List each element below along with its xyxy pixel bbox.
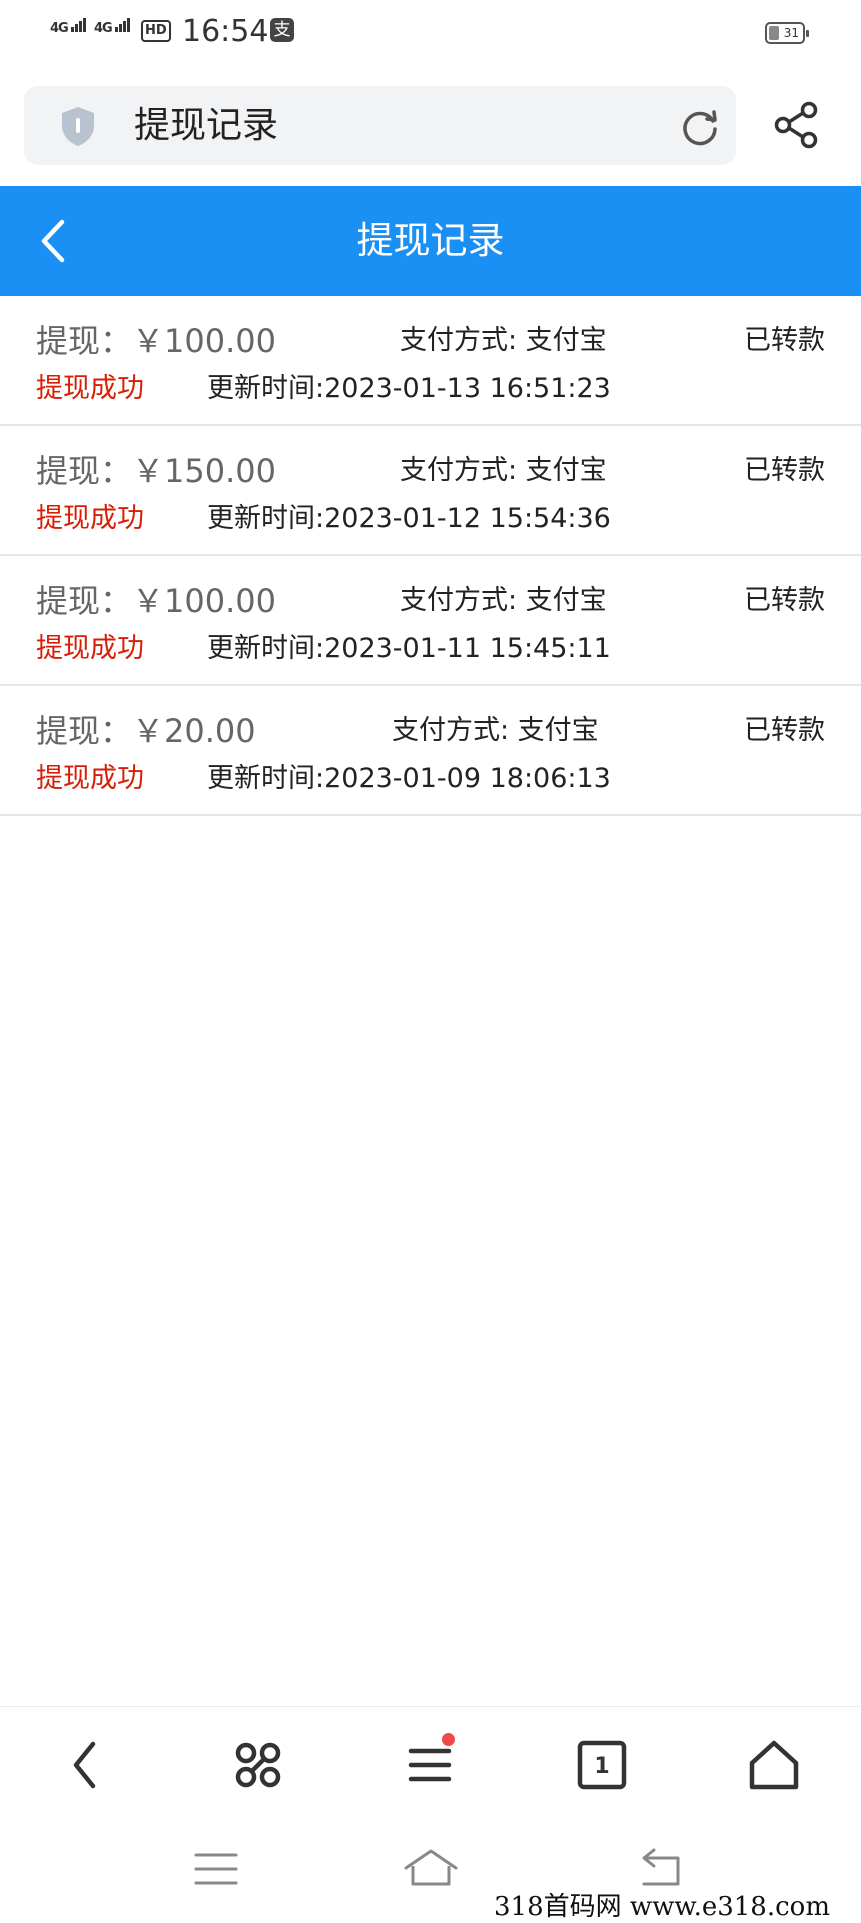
record-update-time: 更新时间:2023-01-13 16:51:23: [207, 373, 611, 404]
record-payment-method: 支付方式: 支付宝: [400, 455, 607, 486]
apps-icon: [235, 1742, 281, 1788]
url-title[interactable]: 提现记录: [134, 104, 278, 148]
signal-indicator-1: 4G: [50, 18, 87, 36]
record-update-time: 更新时间:2023-01-11 15:45:11: [207, 633, 611, 664]
tabs-icon: 1: [577, 1740, 627, 1790]
record-amount: 提现：￥150.00: [36, 452, 276, 490]
page-header: 提现记录: [0, 186, 861, 296]
withdrawal-record-list: 提现：￥100.00 支付方式: 支付宝 已转款 提现成功 更新时间:2023-…: [0, 296, 861, 816]
system-home-icon[interactable]: [402, 1846, 460, 1892]
nav-apps-button[interactable]: [228, 1735, 288, 1795]
record-payment-method: 支付方式: 支付宝: [400, 325, 607, 356]
recent-apps-icon[interactable]: [190, 1846, 242, 1892]
record-row[interactable]: 提现：￥100.00 支付方式: 支付宝 已转款 提现成功 更新时间:2023-…: [0, 556, 861, 686]
address-bar[interactable]: 提现记录: [24, 86, 736, 165]
nav-home-button[interactable]: [744, 1735, 804, 1795]
record-status: 提现成功: [36, 763, 144, 794]
back-icon: [73, 1741, 96, 1789]
record-status: 提现成功: [36, 633, 144, 664]
record-row[interactable]: 提现：￥20.00 支付方式: 支付宝 已转款 提现成功 更新时间:2023-0…: [0, 686, 861, 816]
status-time: 16:54: [182, 14, 269, 49]
notification-dot: [442, 1733, 455, 1746]
browser-bottom-nav: 1: [0, 1706, 861, 1819]
record-transfer-status: 已转款: [744, 715, 825, 746]
tab-count: 1: [594, 1754, 609, 1779]
record-update-time: 更新时间:2023-01-12 15:54:36: [207, 503, 611, 534]
nav-back-button[interactable]: [56, 1735, 116, 1795]
status-bar: 4G 4G HD 16:54 支 31: [0, 0, 861, 70]
record-status: 提现成功: [36, 373, 144, 404]
page-title: 提现记录: [356, 219, 505, 262]
nav-menu-button[interactable]: [400, 1733, 460, 1795]
hd-voice-icon: HD: [141, 20, 171, 42]
refresh-icon[interactable]: [680, 107, 720, 147]
record-payment-method: 支付方式: 支付宝: [392, 715, 599, 746]
record-row[interactable]: 提现：￥100.00 支付方式: 支付宝 已转款 提现成功 更新时间:2023-…: [0, 296, 861, 426]
share-icon[interactable]: [772, 100, 822, 150]
record-transfer-status: 已转款: [744, 325, 825, 356]
record-transfer-status: 已转款: [744, 585, 825, 616]
record-update-time: 更新时间:2023-01-09 18:06:13: [207, 763, 611, 794]
alipay-notification-icon: 支: [270, 18, 294, 42]
record-status: 提现成功: [36, 503, 144, 534]
record-payment-method: 支付方式: 支付宝: [400, 585, 607, 616]
battery-icon: 31: [765, 22, 809, 44]
record-amount: 提现：￥100.00: [36, 582, 276, 620]
home-icon: [749, 1740, 799, 1790]
signal-label: 4G: [94, 21, 113, 36]
nav-tabs-button[interactable]: 1: [572, 1735, 632, 1795]
watermark: 318首码网 www.e318.com: [494, 1892, 830, 1922]
signal-label: 4G: [50, 21, 69, 36]
record-row[interactable]: 提现：￥150.00 支付方式: 支付宝 已转款 提现成功 更新时间:2023-…: [0, 426, 861, 556]
record-amount: 提现：￥100.00: [36, 322, 276, 360]
record-transfer-status: 已转款: [744, 455, 825, 486]
signal-indicator-2: 4G: [94, 18, 131, 36]
record-amount: 提现：￥20.00: [36, 712, 256, 750]
shield-icon[interactable]: [56, 104, 100, 148]
